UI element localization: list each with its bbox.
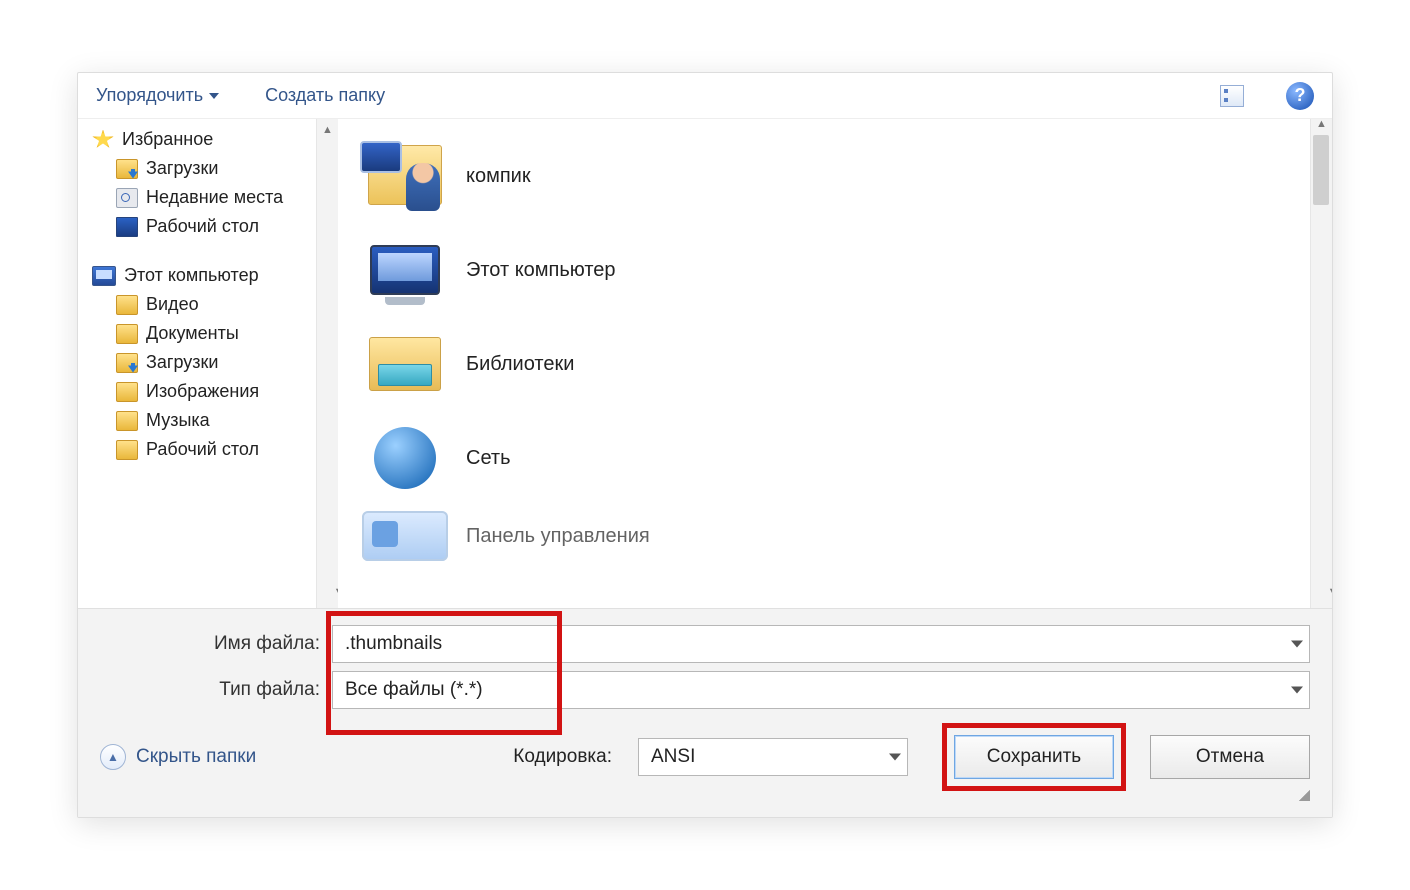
scroll-thumb[interactable] xyxy=(1313,135,1329,205)
sidebar-item-music[interactable]: Музыка xyxy=(92,406,338,435)
bottom-panel: Имя файла: .thumbnails Тип файла: Все фа… xyxy=(78,609,1332,817)
main-scrollbar[interactable]: ▲ ▼ xyxy=(1310,119,1332,608)
sidebar-item-videos[interactable]: Видео xyxy=(92,290,338,319)
organize-label: Упорядочить xyxy=(96,85,203,106)
scroll-down-icon[interactable]: ▼ xyxy=(317,576,338,608)
folder-icon xyxy=(116,411,138,431)
chevron-down-icon xyxy=(1291,641,1303,648)
scroll-down-icon[interactable]: ▼ xyxy=(1311,576,1332,608)
filetype-label: Тип файла: xyxy=(100,679,332,701)
recent-icon xyxy=(116,188,138,208)
sidebar-item-downloads-2[interactable]: Загрузки xyxy=(92,348,338,377)
toolbar: Упорядочить Создать папку ? xyxy=(78,73,1332,119)
sidebar-item-recent[interactable]: Недавние места xyxy=(92,183,338,212)
filename-label: Имя файла: xyxy=(100,633,332,655)
save-dialog: Упорядочить Создать папку ? Избранное За… xyxy=(77,72,1333,818)
encoding-label: Кодировка: xyxy=(513,746,612,768)
folder-icon xyxy=(116,295,138,315)
download-folder-icon xyxy=(116,159,138,179)
scroll-up-icon[interactable]: ▲ xyxy=(317,119,338,141)
folder-icon xyxy=(116,382,138,402)
file-item-user-folder[interactable]: компик xyxy=(362,129,1322,223)
folder-icon xyxy=(116,440,138,460)
chevron-up-icon: ▲ xyxy=(100,744,126,770)
sidebar-favorites[interactable]: Избранное xyxy=(92,125,338,154)
network-icon xyxy=(362,417,448,499)
file-pane: компик Этот компьютер Библиотеки Сеть xyxy=(338,119,1332,608)
sidebar-item-downloads[interactable]: Загрузки xyxy=(92,154,338,183)
navigation-pane: Избранное Загрузки Недавние места Рабочи… xyxy=(78,119,338,608)
sidebar-scrollbar[interactable]: ▲ ▼ xyxy=(316,119,338,608)
download-folder-icon xyxy=(116,353,138,373)
desktop-icon xyxy=(116,217,138,237)
chevron-down-icon xyxy=(209,93,219,99)
computer-icon xyxy=(92,266,116,286)
encoding-select[interactable]: ANSI xyxy=(638,738,908,776)
sidebar-item-desktop-2[interactable]: Рабочий стол xyxy=(92,435,338,464)
filetype-select[interactable]: Все файлы (*.*) xyxy=(332,671,1310,709)
control-panel-icon xyxy=(362,511,448,561)
filename-input[interactable]: .thumbnails xyxy=(332,625,1310,663)
file-item-libraries[interactable]: Библиотеки xyxy=(362,317,1322,411)
view-icon xyxy=(1220,85,1244,107)
chevron-down-icon xyxy=(889,754,901,761)
sidebar-item-pictures[interactable]: Изображения xyxy=(92,377,338,406)
view-options-button[interactable] xyxy=(1216,83,1256,109)
sidebar-item-documents[interactable]: Документы xyxy=(92,319,338,348)
chevron-down-icon xyxy=(1291,687,1303,694)
cancel-button[interactable]: Отмена xyxy=(1150,735,1310,779)
new-folder-label: Создать папку xyxy=(265,85,385,106)
highlight-annotation xyxy=(942,723,1126,791)
libraries-icon xyxy=(362,323,448,405)
file-item-control-panel[interactable]: Панель управления xyxy=(362,505,1322,567)
sidebar-item-desktop[interactable]: Рабочий стол xyxy=(92,212,338,241)
help-button[interactable]: ? xyxy=(1286,82,1314,110)
file-item-this-pc[interactable]: Этот компьютер xyxy=(362,223,1322,317)
body: Избранное Загрузки Недавние места Рабочи… xyxy=(78,119,1332,609)
new-folder-button[interactable]: Создать папку xyxy=(257,81,393,110)
organize-button[interactable]: Упорядочить xyxy=(88,81,227,110)
computer-icon xyxy=(362,229,448,311)
hide-folders-button[interactable]: ▲ Скрыть папки xyxy=(100,744,256,770)
scroll-up-icon[interactable]: ▲ xyxy=(1311,119,1332,135)
folder-icon xyxy=(116,324,138,344)
resize-grip-icon[interactable] xyxy=(1296,787,1310,801)
file-item-network[interactable]: Сеть xyxy=(362,411,1322,505)
star-icon xyxy=(92,130,114,150)
sidebar-this-pc[interactable]: Этот компьютер xyxy=(92,261,338,290)
